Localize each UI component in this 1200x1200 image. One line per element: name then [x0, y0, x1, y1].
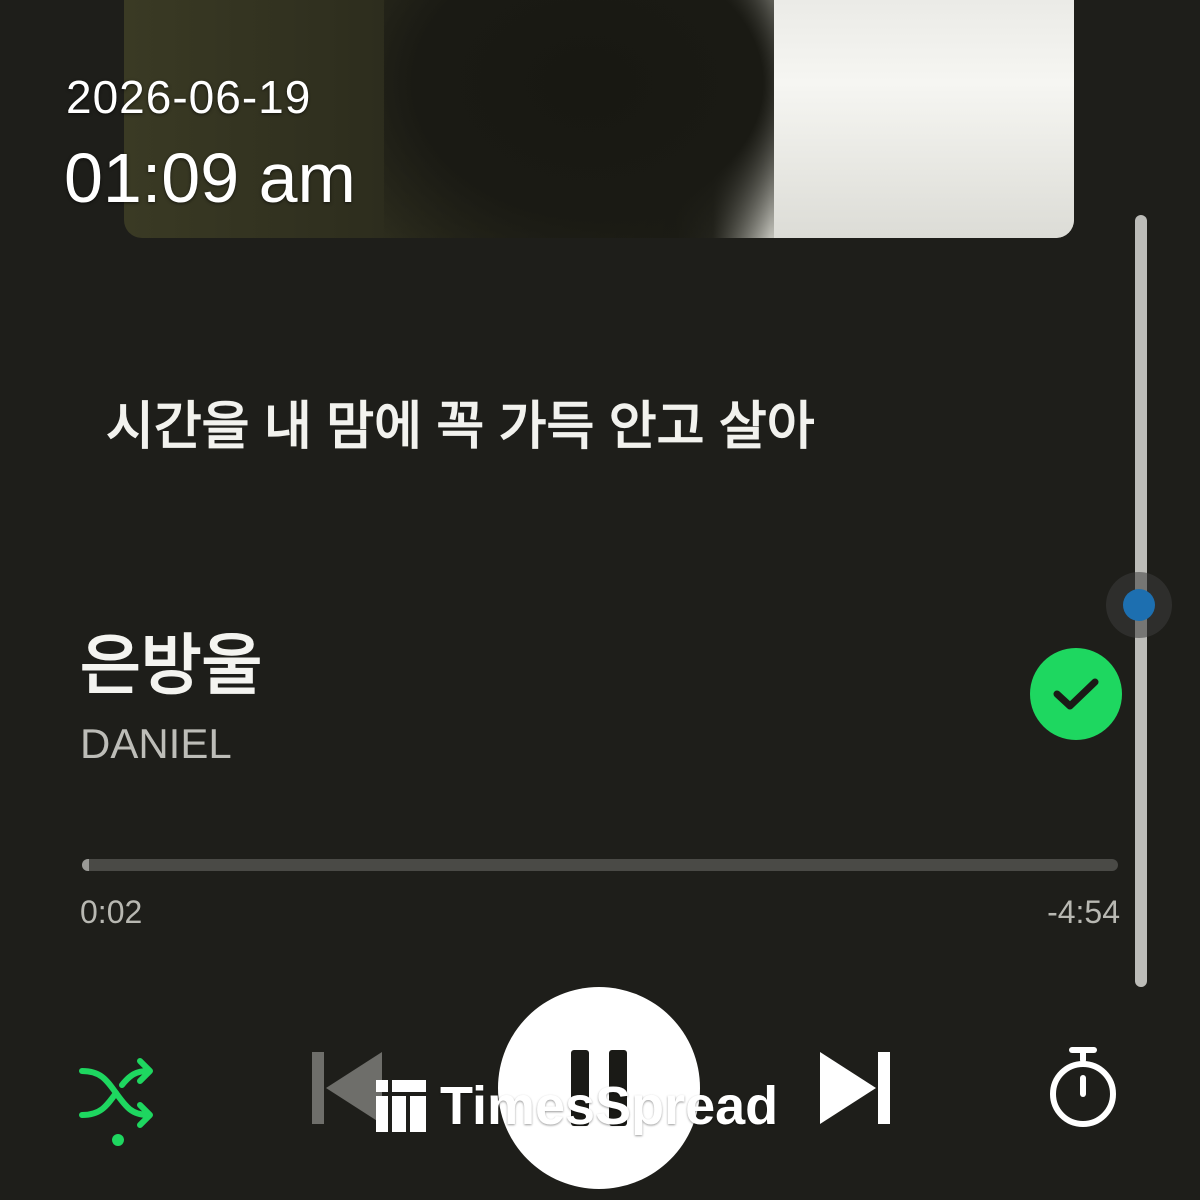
watermark: TimesSpread	[376, 1076, 778, 1136]
shuffle-button[interactable]	[78, 1055, 158, 1150]
track-title[interactable]: 은방울	[80, 612, 262, 708]
lyric-line[interactable]: 시간을 내 맘에 꼭 가득 안고 살아	[106, 384, 815, 459]
album-art-figure	[384, 0, 794, 238]
progress-fill	[82, 859, 90, 871]
clock-time: 01:09 am	[64, 139, 356, 217]
shuffle-icon	[79, 1058, 153, 1146]
track-artist[interactable]: DANIEL	[80, 720, 232, 768]
album-art-water	[774, 0, 1074, 238]
scroll-thumb[interactable]	[1123, 589, 1155, 621]
liked-button[interactable]	[1030, 648, 1122, 740]
skip-next-icon	[820, 1052, 890, 1124]
next-button[interactable]	[818, 1050, 894, 1126]
timer-icon	[1050, 1047, 1116, 1127]
watermark-text: TimesSpread	[440, 1076, 779, 1136]
progress-bar[interactable]	[82, 859, 1118, 871]
time-remaining: -4:54	[1047, 894, 1120, 930]
clock-date: 2026-06-19	[66, 71, 312, 123]
checkmark-icon	[1053, 678, 1099, 710]
watermark-logo-icon	[376, 1080, 426, 1132]
time-elapsed: 0:02	[80, 894, 143, 930]
sleep-timer-button[interactable]	[1046, 1046, 1120, 1128]
